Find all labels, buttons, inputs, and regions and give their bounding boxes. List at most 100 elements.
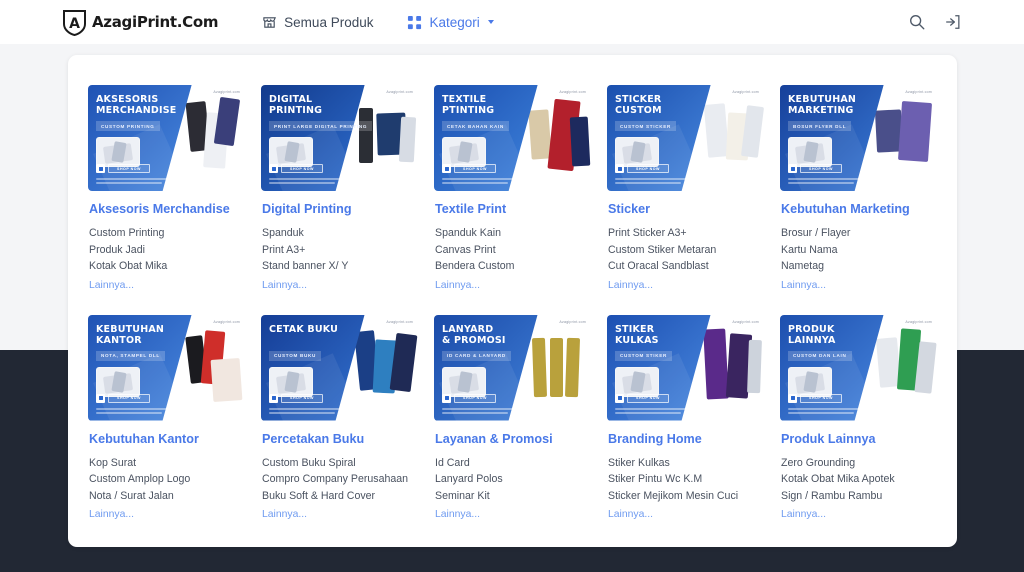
category-banner[interactable]: Azagiprint.com LANYARD & PROMOSI ID CARD… bbox=[434, 315, 591, 421]
category-banner[interactable]: Azagiprint.com TEXTILE PTINTING CETAK BA… bbox=[434, 85, 591, 191]
category-subitem[interactable]: Sticker Mejikom Mesin Cuci bbox=[608, 488, 764, 505]
category-title[interactable]: Textile Print bbox=[435, 202, 591, 216]
banner-fineprint bbox=[615, 408, 689, 416]
banner-shop-now-button[interactable]: SHOP NOW bbox=[788, 394, 842, 403]
category-more-link[interactable]: Lainnya... bbox=[608, 280, 653, 291]
banner-subtitle: BOSUR FLYER DLL bbox=[788, 121, 851, 131]
category-subitem[interactable]: Spanduk Kain bbox=[435, 225, 591, 242]
search-icon[interactable] bbox=[907, 13, 926, 32]
category-more-link[interactable]: Lainnya... bbox=[608, 509, 653, 520]
category-card: Azagiprint.com LANYARD & PROMOSI ID CARD… bbox=[434, 315, 591, 523]
category-card: Azagiprint.com PRODUK LAINNYA CUSTOM DAN… bbox=[780, 315, 937, 523]
banner-shop-now-button[interactable]: SHOP NOW bbox=[96, 164, 150, 173]
category-more-link[interactable]: Lainnya... bbox=[435, 280, 480, 291]
category-subitem[interactable]: Stand banner X/ Y bbox=[262, 258, 418, 275]
category-subitems: SpandukPrint A3+Stand banner X/ Y bbox=[262, 225, 418, 275]
category-banner[interactable]: Azagiprint.com STICKER CUSTOM CUSTOM STI… bbox=[607, 85, 764, 191]
category-subitem[interactable]: Bendera Custom bbox=[435, 258, 591, 275]
banner-thumbnail bbox=[788, 137, 832, 167]
category-subitem[interactable]: Zero Grounding bbox=[781, 455, 937, 472]
banner-product-photo: Azagiprint.com bbox=[352, 85, 418, 191]
category-subitem[interactable]: Custom Buku Spiral bbox=[262, 455, 418, 472]
category-subitem[interactable]: Custom Stiker Metaran bbox=[608, 242, 764, 259]
category-subitem[interactable]: Cut Oracal Sandblast bbox=[608, 258, 764, 275]
category-subitem[interactable]: Custom Amplop Logo bbox=[89, 471, 245, 488]
brand-logo[interactable]: A AzagiPrint.Com bbox=[62, 9, 218, 36]
category-more-link[interactable]: Lainnya... bbox=[262, 280, 307, 291]
shield-logo-icon: A bbox=[62, 9, 87, 36]
category-more-link[interactable]: Lainnya... bbox=[262, 509, 307, 520]
category-more-link[interactable]: Lainnya... bbox=[435, 509, 480, 520]
category-subitems: Stiker KulkasStiker Pintu Wc K.MSticker … bbox=[608, 455, 764, 505]
banner-subtitle: NOTA, STAMPEL DLL bbox=[96, 351, 165, 361]
category-more-link[interactable]: Lainnya... bbox=[781, 509, 826, 520]
store-icon bbox=[262, 15, 277, 30]
banner-shop-now-button[interactable]: SHOP NOW bbox=[442, 164, 496, 173]
category-title[interactable]: Produk Lainnya bbox=[781, 432, 937, 446]
category-subitem[interactable]: Nota / Surat Jalan bbox=[89, 488, 245, 505]
banner-shop-now-label: SHOP NOW bbox=[454, 394, 496, 403]
banner-subtitle: ID CARD & LANYARD bbox=[442, 351, 511, 361]
category-subitem[interactable]: Custom Printing bbox=[89, 225, 245, 242]
category-title[interactable]: Branding Home bbox=[608, 432, 764, 446]
category-more-link[interactable]: Lainnya... bbox=[89, 280, 134, 291]
category-title[interactable]: Kebutuhan Marketing bbox=[781, 202, 937, 216]
category-subitem[interactable]: Sign / Rambu Rambu bbox=[781, 488, 937, 505]
category-banner[interactable]: Azagiprint.com PRODUK LAINNYA CUSTOM DAN… bbox=[780, 315, 937, 421]
banner-shop-now-button[interactable]: SHOP NOW bbox=[788, 164, 842, 173]
category-subitem[interactable]: Buku Soft & Hard Cover bbox=[262, 488, 418, 505]
category-title[interactable]: Aksesoris Merchandise bbox=[89, 202, 245, 216]
category-banner[interactable]: Azagiprint.com KEBUTUHAN KANTOR NOTA, ST… bbox=[88, 315, 245, 421]
category-banner[interactable]: Azagiprint.com DIGITAL PRINTING PRINT LA… bbox=[261, 85, 418, 191]
banner-shop-now-button[interactable]: SHOP NOW bbox=[269, 394, 323, 403]
category-subitem[interactable]: Canvas Print bbox=[435, 242, 591, 259]
banner-shop-now-button[interactable]: SHOP NOW bbox=[442, 394, 496, 403]
category-subitem[interactable]: Seminar Kit bbox=[435, 488, 591, 505]
banner-subtitle: CETAK BAHAN KAIN bbox=[442, 121, 509, 131]
category-card: Azagiprint.com CETAK BUKU CUSTOM BUKU SH… bbox=[261, 315, 418, 523]
site-header: A AzagiPrint.Com Semua Produk bbox=[0, 0, 1024, 44]
category-subitem[interactable]: Lanyard Polos bbox=[435, 471, 591, 488]
banner-subtitle: CUSTOM BUKU bbox=[269, 351, 321, 361]
category-banner[interactable]: Azagiprint.com STIKER KULKAS CUSTOM STIK… bbox=[607, 315, 764, 421]
category-subitem[interactable]: Stiker Kulkas bbox=[608, 455, 764, 472]
category-subitem[interactable]: Id Card bbox=[435, 455, 591, 472]
cart-icon bbox=[96, 394, 105, 403]
category-subitem[interactable]: Kartu Nama bbox=[781, 242, 937, 259]
banner-shop-now-button[interactable]: SHOP NOW bbox=[615, 164, 669, 173]
category-more-link[interactable]: Lainnya... bbox=[781, 280, 826, 291]
banner-thumbnail bbox=[442, 367, 486, 397]
category-subitem[interactable]: Nametag bbox=[781, 258, 937, 275]
banner-shop-now-button[interactable]: SHOP NOW bbox=[96, 394, 150, 403]
category-subitem[interactable]: Kotak Obat Mika bbox=[89, 258, 245, 275]
category-subitem[interactable]: Kotak Obat Mika Apotek bbox=[781, 471, 937, 488]
category-title[interactable]: Layanan & Promosi bbox=[435, 432, 591, 446]
category-title[interactable]: Percetakan Buku bbox=[262, 432, 418, 446]
grid-icon bbox=[407, 15, 422, 30]
category-banner[interactable]: Azagiprint.com KEBUTUHAN MARKETING BOSUR… bbox=[780, 85, 937, 191]
banner-product-photo: Azagiprint.com bbox=[179, 85, 245, 191]
category-banner[interactable]: Azagiprint.com AKSESORIS MERCHANDISE CUS… bbox=[88, 85, 245, 191]
login-icon[interactable] bbox=[943, 13, 962, 32]
category-subitem[interactable]: Compro Company Perusahaan bbox=[262, 471, 418, 488]
category-title[interactable]: Sticker bbox=[608, 202, 764, 216]
nav-kategori[interactable]: Kategori bbox=[407, 15, 493, 30]
category-subitem[interactable]: Print A3+ bbox=[262, 242, 418, 259]
banner-thumbnail bbox=[269, 137, 313, 167]
category-subitem[interactable]: Kop Surat bbox=[89, 455, 245, 472]
nav-semua-produk[interactable]: Semua Produk bbox=[262, 15, 373, 30]
category-subitem[interactable]: Print Sticker A3+ bbox=[608, 225, 764, 242]
category-title[interactable]: Digital Printing bbox=[262, 202, 418, 216]
category-subitem[interactable]: Brosur / Flayer bbox=[781, 225, 937, 242]
banner-shop-now-button[interactable]: SHOP NOW bbox=[269, 164, 323, 173]
category-title[interactable]: Kebutuhan Kantor bbox=[89, 432, 245, 446]
banner-product-photo: Azagiprint.com bbox=[698, 85, 764, 191]
banner-shop-now-button[interactable]: SHOP NOW bbox=[615, 394, 669, 403]
category-subitem[interactable]: Spanduk bbox=[262, 225, 418, 242]
category-banner[interactable]: Azagiprint.com CETAK BUKU CUSTOM BUKU SH… bbox=[261, 315, 418, 421]
svg-text:A: A bbox=[69, 16, 80, 32]
category-subitem[interactable]: Stiker Pintu Wc K.M bbox=[608, 471, 764, 488]
cart-icon bbox=[96, 164, 105, 173]
category-subitem[interactable]: Produk Jadi bbox=[89, 242, 245, 259]
category-more-link[interactable]: Lainnya... bbox=[89, 509, 134, 520]
